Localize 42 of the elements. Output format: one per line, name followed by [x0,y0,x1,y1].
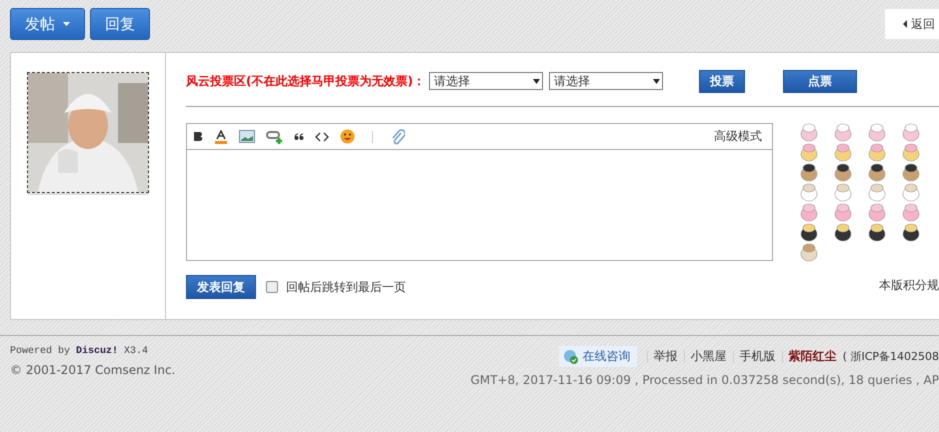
copyright-text: © 2001-2017 Comsenz Inc. [10,363,176,377]
sticker-icon[interactable] [867,223,887,242]
caret-icon [532,78,540,84]
image-icon[interactable] [239,130,255,143]
footer-link[interactable]: 举报 [654,348,678,365]
sticker-icon[interactable] [833,163,853,182]
vote-label: 风云投票区(不在此选择马甲投票为无效票)： [186,72,425,90]
sticker-icon[interactable] [799,223,819,242]
sticker-icon[interactable] [867,163,887,182]
online-consult-link[interactable]: 在线咨询 [558,346,637,367]
post-button[interactable]: 发帖 [10,8,85,40]
jump-option[interactable]: 回帖后跳转到最后一页 [266,278,406,296]
text-color-icon[interactable] [214,130,228,144]
checkbox[interactable] [266,281,278,293]
smiley-icon[interactable] [340,129,355,144]
credit-rules-link[interactable]: 本版积分规 [879,277,939,294]
back-link[interactable]: 返回 [885,9,939,39]
stats-text: GMT+8, 2017-11-16 09:09 , Processed in 0.037258 second(s), 18 queries , AP [470,373,939,387]
code-icon[interactable] [315,132,329,142]
caret-icon [652,78,660,84]
footer-link[interactable]: 手机版 [740,348,776,365]
icp-text: ( 浙ICP备1402508 [842,349,939,364]
advanced-mode-link[interactable]: 高级模式 [714,128,762,145]
footer-link[interactable]: 小黑屋 [690,348,727,365]
link-add-icon[interactable] [266,130,283,144]
caret-icon [903,20,907,28]
powered-by-text: Powered by Discuz! X3.4 [10,346,150,357]
vote-button[interactable]: 投票 [698,70,745,92]
sticker-icon[interactable] [901,163,921,182]
submit-reply-button[interactable]: 发表回复 [186,275,256,299]
vote-button[interactable]: 点票 [782,70,857,92]
post-button[interactable]: 回复 [90,8,150,40]
vote-select[interactable]: 请选择 [548,72,663,90]
sticker-icon[interactable] [799,163,819,182]
sticker-icon[interactable] [901,223,921,242]
footer-link[interactable]: 紫陌红尘 [788,348,837,365]
chat-check-icon [562,348,579,364]
paperclip-icon[interactable] [390,128,405,144]
bold-icon[interactable] [193,131,203,142]
vote-select[interactable]: 请选择 [428,72,543,90]
quote-icon[interactable] [294,132,304,140]
sticker-icon[interactable] [833,223,853,242]
